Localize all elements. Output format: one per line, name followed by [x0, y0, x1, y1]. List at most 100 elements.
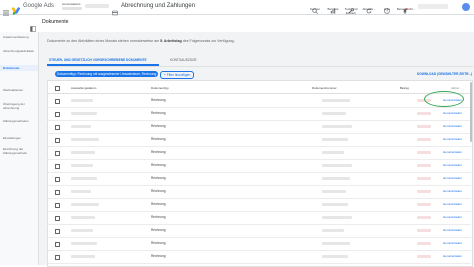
document-type: Rechnung [151, 137, 166, 141]
sidebar-item-dokumente[interactable]: Dokumente [0, 65, 38, 71]
document-number-redacted [322, 125, 352, 128]
sidebar-item-uebertragung[interactable]: Übertragung der Abrechnung [3, 102, 37, 110]
issue-date-redacted [71, 125, 91, 128]
tab-kontoauszuege[interactable]: KONTOAUSZÜGE [170, 58, 197, 62]
issue-date-redacted [71, 216, 95, 219]
download-link[interactable]: Herunterladen [443, 241, 462, 245]
notice-text-start: Dokumente zu den Aktivitäten eines Monat… [47, 39, 161, 43]
table-row: Rechnung Herunterladen [47, 224, 471, 238]
filter-icon[interactable] [47, 72, 52, 85]
tab-steuer-dokumente-label: STEUER- UND GESETZLICH VORGESCHRIEBENE D… [49, 58, 147, 62]
app-name: Google Ads [23, 3, 55, 9]
menu-icon[interactable] [3, 3, 9, 16]
row-checkbox[interactable] [55, 189, 60, 195]
amount-redacted [417, 177, 431, 180]
table-row: Rechnung Herunterladen [47, 133, 471, 147]
sidebar-item-zusammenfassung[interactable]: Zusammenfassung [3, 35, 37, 40]
reports-action-label: Berichte [327, 7, 339, 11]
row-checkbox[interactable] [55, 215, 60, 221]
row-checkbox[interactable] [55, 228, 60, 234]
reports-action[interactable]: Berichte [325, 1, 341, 14]
row-checkbox[interactable] [55, 254, 60, 260]
download-link[interactable]: Herunterladen [443, 150, 462, 154]
column-header-date[interactable]: Ausstellungsdatum [71, 86, 96, 90]
help-action-label: Hilfe [383, 7, 390, 11]
tab-steuer-dokumente[interactable]: STEUER- UND GESETZLICH VORGESCHRIEBENE D… [49, 58, 147, 62]
refresh-action[interactable]: Aktualis... [361, 1, 377, 14]
add-filter-label: + Filter hinzufügen [164, 73, 191, 77]
column-header-number[interactable]: Dokumentnummer [312, 86, 337, 90]
issue-date-redacted [71, 138, 99, 141]
column-header-amount[interactable]: Betrag [400, 86, 409, 90]
issue-date-redacted [71, 164, 93, 167]
download-all-label: DOWNLOAD (GEWÄHLTER ZEITR...) [417, 72, 473, 76]
amount-redacted [417, 190, 431, 193]
row-checkbox[interactable] [55, 111, 60, 117]
download-link[interactable]: Herunterladen [443, 111, 462, 115]
amount-redacted [417, 216, 431, 219]
row-checkbox[interactable] [55, 202, 60, 208]
download-link[interactable]: Herunterladen [443, 163, 462, 167]
document-type: Rechnung [151, 124, 166, 128]
page-selector-icon[interactable] [30, 19, 36, 32]
issue-date-redacted [71, 255, 95, 258]
row-checkbox[interactable] [55, 176, 60, 182]
row-checkbox[interactable] [55, 163, 60, 169]
download-link[interactable]: Herunterladen [443, 189, 462, 193]
main-content: Dokumente zu den Aktivitäten eines Monat… [39, 32, 474, 267]
download-link[interactable]: Herunterladen [443, 176, 462, 180]
account-label[interactable]: conversations [62, 2, 81, 6]
avatar[interactable] [462, 3, 470, 11]
sidebar-item-werbeaktionen[interactable]: Werbeaktionen [3, 88, 37, 93]
download-link[interactable]: Herunterladen [443, 215, 462, 219]
notice-text-end: des Folgemonats zur Verfügung. [181, 39, 235, 43]
amount-redacted [417, 164, 431, 167]
google-ads-logo-icon [11, 2, 21, 15]
row-checkbox[interactable] [55, 98, 60, 104]
row-checkbox[interactable] [55, 124, 60, 130]
tab-kontoauszuege-label: KONTOAUSZÜGE [170, 58, 197, 62]
table-row: Rechnung Herunterladen [47, 120, 471, 134]
top-app-bar: Google Ads conversations Abrechnung und … [0, 0, 474, 16]
issue-date-redacted [71, 99, 93, 102]
amount-redacted [417, 151, 431, 154]
sidebar-item-abrechnungsaktivitaeten[interactable]: Abrechnungsaktivitäten [3, 49, 37, 54]
document-number-redacted [322, 99, 350, 102]
document-number-redacted [322, 151, 344, 154]
search-action-label: Suchen [309, 7, 321, 11]
document-number-redacted [322, 242, 350, 245]
row-checkbox[interactable] [55, 150, 60, 156]
availability-notice: Dokumente zu den Aktivitäten eines Monat… [47, 39, 235, 44]
sidebar-item-einrichtung[interactable]: Einrichtung der Zahlungsmethode [3, 147, 37, 155]
amount-redacted [417, 203, 431, 206]
row-checkbox[interactable] [55, 137, 60, 143]
download-link[interactable]: Herunterladen [443, 228, 462, 232]
sidebar-item-zahlungsmethoden[interactable]: Zahlungsmethoden [3, 119, 37, 124]
sidebar-item-einstellungen[interactable]: Einstellungen [3, 136, 37, 141]
notifications-action[interactable]: Benachricht... [397, 1, 415, 14]
table-row: Rechnung Herunterladen [47, 159, 471, 173]
select-all-checkbox[interactable] [55, 86, 60, 91]
filter-chip[interactable]: Dokumenttyp: Rechnung mit ausgewiesener … [55, 71, 159, 77]
tools-action[interactable]: Tools und Einstell. [343, 1, 359, 14]
row-checkbox[interactable] [55, 241, 60, 247]
search-action[interactable]: Suchen [307, 1, 323, 14]
help-action[interactable]: ? Hilfe [379, 1, 395, 14]
document-type: Rechnung [151, 228, 166, 232]
download-all-button[interactable]: DOWNLOAD (GEWÄHLTER ZEITR...) [417, 72, 472, 76]
download-link[interactable]: Herunterladen [443, 254, 462, 258]
amount-redacted [417, 229, 431, 232]
page-title: Abrechnung und Zahlungen [121, 3, 196, 9]
document-number-redacted [322, 112, 346, 115]
download-link[interactable]: Herunterladen [443, 124, 462, 128]
account-name-redacted [85, 4, 109, 8]
add-filter-button[interactable]: + Filter hinzufügen [160, 71, 195, 79]
column-header-type[interactable]: Dokumenttyp [151, 86, 169, 90]
download-link[interactable]: Herunterladen [443, 137, 462, 141]
download-link[interactable]: Herunterladen [443, 202, 462, 206]
scrollbar[interactable] [470, 82, 472, 142]
document-number-redacted [322, 255, 348, 258]
notice-bold: 5. Arbeitstag [160, 39, 182, 43]
column-header-action: Aktion [451, 86, 460, 90]
breadcrumb: Dokumente [0, 14, 474, 33]
